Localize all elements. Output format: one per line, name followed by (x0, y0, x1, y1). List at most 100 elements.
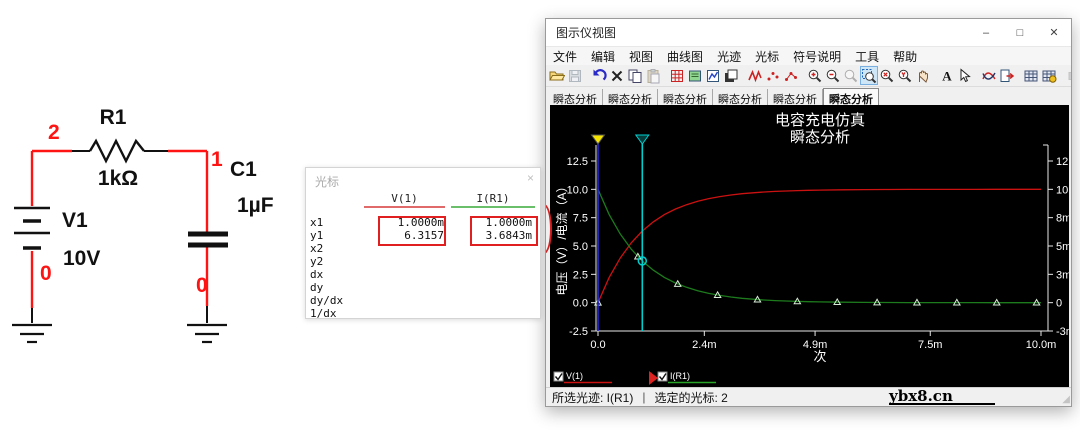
resize-grip[interactable]: ◢ (1062, 394, 1070, 405)
y-left-tick-label: 5.0 (573, 241, 588, 253)
cursor-row-label: y2 (310, 255, 324, 268)
y-left-tick-label: 10.0 (567, 184, 588, 196)
cursor-row-dx: dx (310, 268, 538, 281)
copy-icon[interactable] (626, 66, 644, 85)
menu-item-5[interactable]: 光标 (748, 48, 786, 65)
y-right-tick-label: 8m (1056, 213, 1069, 225)
legend-label: V(1) (566, 371, 583, 381)
pan-icon[interactable] (914, 66, 932, 85)
tab-transient-analysis-3[interactable]: 瞬态分析 (658, 89, 713, 106)
series-v1-line (597, 188, 1041, 303)
zoom-in-icon[interactable] (806, 66, 824, 85)
x-tick-label: 0.0 (590, 339, 605, 351)
tab-transient-analysis-2[interactable]: 瞬态分析 (603, 89, 658, 106)
maximize-button[interactable]: □ (1003, 19, 1037, 46)
menu-item-7[interactable]: 工具 (848, 48, 886, 65)
show-line-icon[interactable] (746, 66, 764, 85)
cursor-2[interactable] (590, 134, 606, 331)
y-right-tick-label: 10m (1056, 184, 1069, 196)
zoom-x-icon[interactable] (878, 66, 896, 85)
zoom-y-icon[interactable] (896, 66, 914, 85)
legend-ir1[interactable]: I(R1) (657, 371, 716, 384)
menu-item-4[interactable]: 光迹 (710, 48, 748, 65)
tab-transient-analysis-1[interactable]: 瞬态分析 (548, 89, 603, 106)
tab-transient-analysis-6[interactable]: 瞬态分析 (823, 88, 879, 106)
net-label-2: 2 (48, 121, 60, 144)
y-left-tick-label: 7.5 (573, 213, 588, 225)
cursor-row-dy: dy (310, 281, 538, 294)
resistor-ref-label: R1 (100, 106, 127, 129)
show-points-icon[interactable] (764, 66, 782, 85)
status-divider: | (642, 390, 646, 404)
select-icon[interactable] (956, 66, 974, 85)
text-icon[interactable]: A (938, 66, 956, 85)
grid-icon[interactable] (668, 66, 686, 85)
export-excel-icon[interactable] (1040, 66, 1058, 85)
cursor-row-label: y1 (310, 229, 324, 242)
delete-icon[interactable] (608, 66, 626, 85)
tab-transient-analysis-5[interactable]: 瞬态分析 (768, 89, 823, 106)
menu-item-0[interactable]: 文件 (546, 48, 584, 65)
menu-bar: 文件 编辑 视图 曲线图 光迹 光标 符号说明 工具 帮助 (546, 47, 1071, 65)
menu-item-2[interactable]: 视图 (622, 48, 660, 65)
chart-area: 电容充电仿真 瞬态分析 电压（V）/电流（A） 次 12.5 10.0 7.5 5.0 2.5 0… (550, 105, 1071, 387)
overlay-traces-icon[interactable] (980, 66, 998, 85)
y-right-tick-label: 0 (1056, 298, 1062, 310)
export-graph-icon[interactable] (998, 66, 1016, 85)
y-left-tick-label: 0.0 (573, 298, 588, 310)
status-selected-cursor: 选定的光标: 2 (654, 390, 728, 405)
page-properties-icon[interactable] (686, 66, 704, 85)
cursor-row-label: dy (310, 281, 324, 294)
capacitor-symbol[interactable] (188, 231, 228, 248)
show-line-points-icon[interactable] (782, 66, 800, 85)
menu-item-1[interactable]: 编辑 (584, 48, 622, 65)
ground-right (187, 323, 227, 344)
net-label-0-left: 0 (40, 262, 52, 285)
resistor-symbol[interactable] (88, 138, 145, 164)
close-icon[interactable]: × (527, 171, 534, 185)
cursor-panel: 光标 × V(1) I(R1) x1 1.0000m 1.0000m y1 6.3157… (305, 167, 541, 320)
x-axis-label: 次 (813, 349, 826, 364)
series-ir1-line (597, 189, 1041, 304)
y-right-tick-label: -3m (1056, 326, 1069, 338)
legend-label: I(R1) (670, 371, 690, 381)
overlay-icon[interactable] (722, 66, 740, 85)
graph-properties-icon[interactable] (704, 66, 722, 85)
cursor-value-ir1 (448, 268, 536, 281)
svg-text:A: A (942, 68, 952, 83)
cursor-row-y2: y2 (310, 255, 538, 268)
cursor-flag-icon (590, 134, 606, 145)
legend-v1[interactable]: V(1) (553, 371, 612, 384)
cursor-value-v1 (364, 294, 448, 307)
open-icon[interactable] (548, 66, 566, 85)
chart-title: 电容充电仿真 (775, 111, 865, 129)
close-button[interactable]: ✕ (1037, 19, 1071, 46)
zoom-area-icon[interactable] (860, 66, 878, 85)
cursor-row-label: x2 (310, 242, 324, 255)
cursor-row-1-dx: 1/dx (310, 307, 538, 320)
menu-item-8[interactable]: 帮助 (886, 48, 924, 65)
export-table-icon[interactable] (1022, 66, 1040, 85)
zoom-restore-icon (842, 66, 860, 85)
title-bar[interactable]: 图示仪视图 – □ ✕ (546, 19, 1071, 47)
paste-icon (644, 66, 662, 85)
menu-item-3[interactable]: 曲线图 (660, 48, 710, 65)
status-selected-trace: 所选光迹: I(R1) (552, 390, 634, 405)
cursor-1[interactable] (634, 134, 650, 331)
y-left-tick-label: -2.5 (569, 326, 588, 338)
grapher-window: 图示仪视图 – □ ✕ 文件 编辑 视图 曲线图 光迹 光标 符号说明 工具 帮助 A 瞬态分析… (545, 18, 1072, 407)
source-ref-label: V1 (62, 209, 88, 232)
battery-symbol[interactable] (14, 206, 50, 250)
cursor-value-v1 (364, 268, 448, 281)
zoom-out-icon[interactable] (824, 66, 842, 85)
menu-item-6[interactable]: 符号说明 (786, 48, 848, 65)
tab-transient-analysis-4[interactable]: 瞬态分析 (713, 89, 768, 106)
cursor-row-label: 1/dx (310, 307, 337, 320)
minimize-button[interactable]: – (969, 19, 1003, 46)
highlight-box-v1 (378, 216, 446, 246)
undo-icon[interactable] (590, 66, 608, 85)
x-tick-label: 4.9m (803, 339, 827, 351)
x-tick-label: 2.4m (692, 339, 716, 351)
cursor-panel-title: 光标 (315, 175, 340, 189)
cursor-col-v1-header: V(1) (364, 192, 445, 208)
